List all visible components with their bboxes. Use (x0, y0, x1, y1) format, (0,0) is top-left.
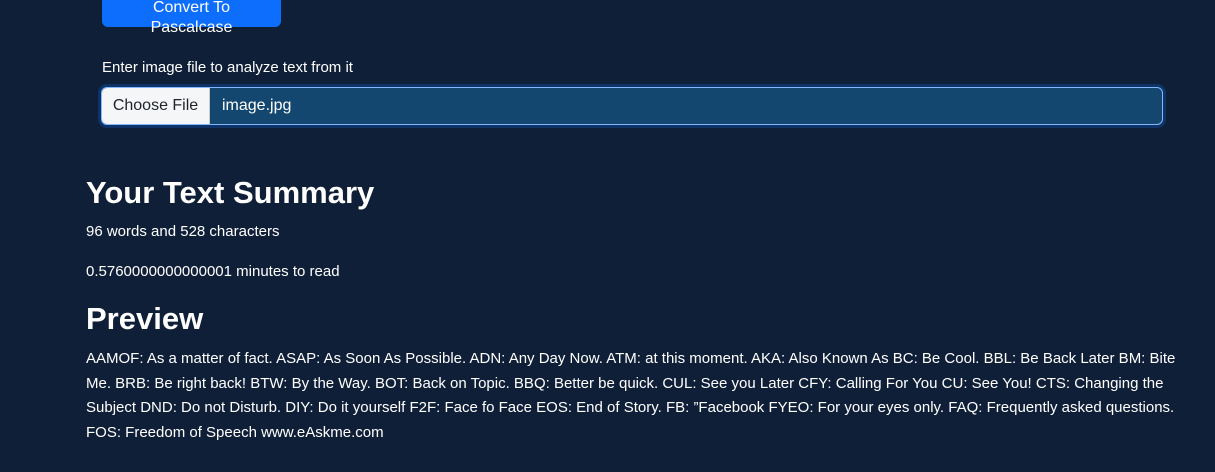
convert-to-pascalcase-button[interactable]: Convert To Pascalcase (102, 0, 281, 36)
reading-time: 0.5760000000000001 minutes to read (86, 263, 340, 280)
file-input-label: Enter image file to analyze text from it (102, 59, 353, 76)
summary-heading: Your Text Summary (86, 175, 375, 210)
preview-heading: Preview (86, 301, 204, 336)
choose-file-button[interactable]: Choose File (102, 88, 210, 124)
selected-file-name: image.jpg (222, 97, 292, 114)
image-file-input[interactable]: Choose File image.jpg (101, 87, 1163, 125)
preview-text: AAMOF: As a matter of fact. ASAP: As Soo… (86, 350, 1176, 441)
word-character-count: 96 words and 528 characters (86, 223, 280, 240)
